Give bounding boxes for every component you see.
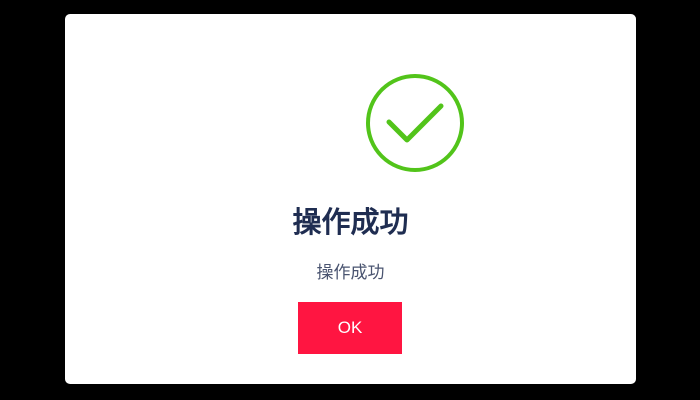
modal-backdrop: 操作成功 操作成功 OK: [0, 0, 700, 400]
dialog-title: 操作成功: [292, 205, 409, 239]
success-check-icon: [365, 73, 465, 173]
success-dialog: 操作成功 操作成功 OK: [65, 14, 636, 384]
ok-button[interactable]: OK: [298, 302, 402, 354]
check-circle-icon: [366, 74, 464, 172]
dialog-message: 操作成功: [316, 263, 385, 283]
